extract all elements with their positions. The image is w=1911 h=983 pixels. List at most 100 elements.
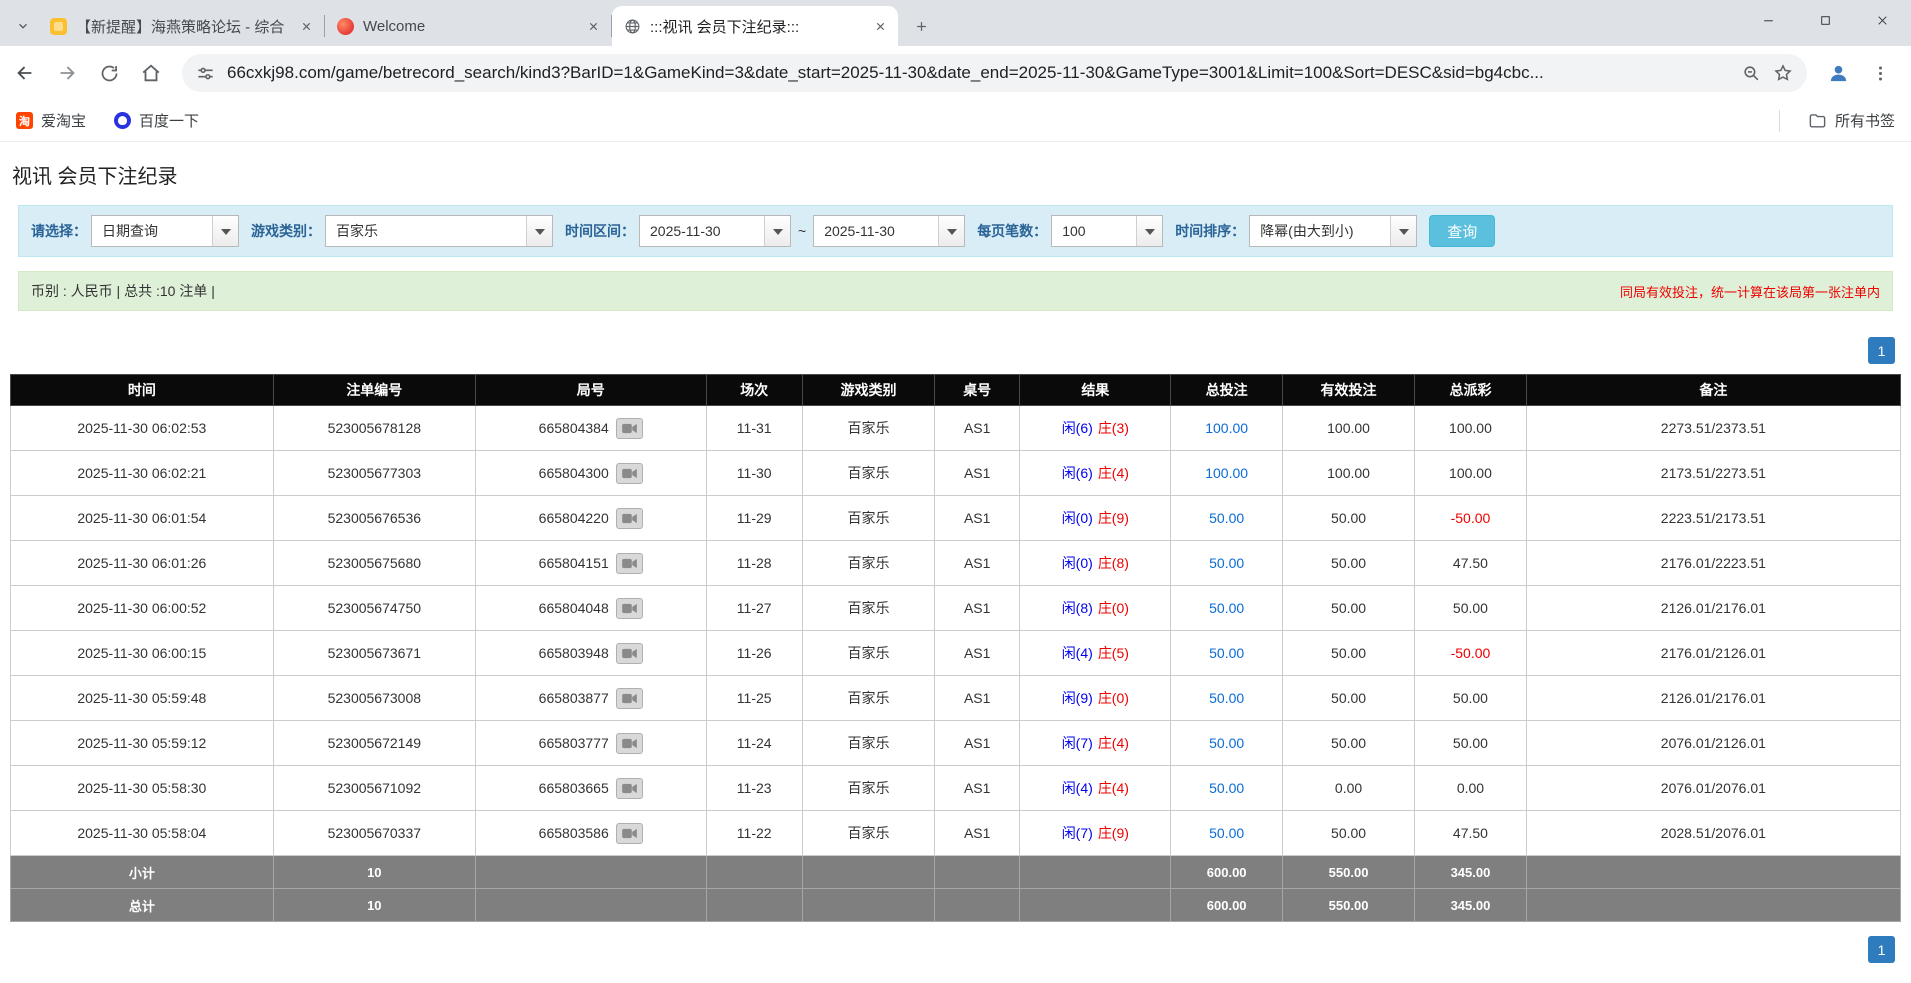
pagination-page-1[interactable]: 1 — [1868, 936, 1895, 963]
video-replay-icon[interactable] — [616, 823, 643, 844]
zoom-icon[interactable] — [1742, 64, 1761, 83]
browser-tab-betrecord[interactable]: :::视讯 会员下注纪录::: — [612, 6, 898, 46]
cell-valid-bet: 50.00 — [1282, 676, 1414, 721]
table-row: 2025-11-30 06:00:52 523005674750 6658040… — [11, 586, 1901, 631]
video-replay-icon[interactable] — [616, 553, 643, 574]
total-bet-link[interactable]: 50.00 — [1209, 780, 1244, 796]
url-text[interactable]: 66cxkj98.com/game/betrecord_search/kind3… — [227, 63, 1730, 83]
cell-empty — [1526, 889, 1900, 922]
time-sort-select[interactable]: 降幂(由大到小) — [1249, 215, 1417, 247]
cell-session: 11-27 — [706, 586, 802, 631]
cell-valid-bet: 100.00 — [1282, 406, 1414, 451]
summary-bar: 币别 : 人民币 | 总共 :10 注单 | 同局有效投注，统一计算在该局第一张… — [18, 271, 1893, 311]
browser-tab-welcome[interactable]: Welcome — [325, 6, 611, 46]
total-bet-link[interactable]: 50.00 — [1209, 645, 1244, 661]
reload-icon[interactable] — [90, 54, 128, 92]
cell-table-no: AS1 — [935, 541, 1020, 586]
new-tab-icon[interactable] — [906, 11, 936, 41]
cell-note: 2076.01/2076.01 — [1526, 766, 1900, 811]
cell-empty — [475, 856, 706, 889]
address-bar[interactable]: 66cxkj98.com/game/betrecord_search/kind3… — [182, 54, 1807, 92]
cell-note: 2076.01/2126.01 — [1526, 721, 1900, 766]
per-page-select[interactable]: 100 — [1051, 215, 1163, 247]
pagination-page-1[interactable]: 1 — [1868, 337, 1895, 364]
result-banker: 庄(4) — [1098, 465, 1129, 481]
chevron-down-icon[interactable] — [938, 216, 964, 246]
tab-list-chevron-down-icon[interactable] — [8, 6, 38, 46]
total-bet-link[interactable]: 100.00 — [1205, 465, 1248, 481]
total-bet-link[interactable]: 50.00 — [1209, 735, 1244, 751]
tab-close-icon[interactable] — [583, 16, 603, 36]
total-bet-link[interactable]: 50.00 — [1209, 600, 1244, 616]
browser-tab-strip: 【新提醒】海燕策略论坛 - 综合 Welcome :::视讯 会员下注纪录::: — [0, 0, 1911, 46]
cell-valid-bet: 50.00 — [1282, 631, 1414, 676]
cell-note: 2126.01/2176.01 — [1526, 586, 1900, 631]
chevron-down-icon[interactable] — [526, 216, 552, 246]
back-icon[interactable] — [6, 54, 44, 92]
table-row: 2025-11-30 06:01:54 523005676536 6658042… — [11, 496, 1901, 541]
round-number: 665804300 — [539, 465, 609, 481]
minimize-icon[interactable] — [1740, 0, 1797, 40]
chevron-down-icon[interactable] — [1136, 216, 1162, 246]
total-bet-link[interactable]: 50.00 — [1209, 510, 1244, 526]
browser-tab-forum[interactable]: 【新提醒】海燕策略论坛 - 综合 — [38, 6, 324, 46]
forward-icon[interactable] — [48, 54, 86, 92]
date-end-select[interactable]: 2025-11-30 — [813, 215, 965, 247]
video-replay-icon[interactable] — [616, 418, 643, 439]
date-start-select[interactable]: 2025-11-30 — [639, 215, 791, 247]
cell-note: 2176.01/2223.51 — [1526, 541, 1900, 586]
game-type-label: 游戏类别： — [251, 221, 321, 241]
menu-dots-icon[interactable] — [1861, 54, 1899, 92]
date-range-label: 时间区间： — [565, 221, 635, 241]
bookmark-star-icon[interactable] — [1773, 63, 1793, 83]
cell-empty — [1020, 889, 1171, 922]
video-replay-icon[interactable] — [616, 688, 643, 709]
search-button[interactable]: 查询 — [1429, 215, 1495, 247]
total-bet-link[interactable]: 50.00 — [1209, 555, 1244, 571]
cell-note: 2028.51/2076.01 — [1526, 811, 1900, 856]
tab-close-icon[interactable] — [296, 16, 316, 36]
cell-session: 11-22 — [706, 811, 802, 856]
total-bet-link[interactable]: 100.00 — [1205, 420, 1248, 436]
total-bet-link[interactable]: 50.00 — [1209, 825, 1244, 841]
subtotal-row: 小计 10 600.00 550.00 345.00 — [11, 856, 1901, 889]
site-settings-icon[interactable] — [196, 64, 215, 83]
bookmark-aitaobao[interactable]: 淘 爱淘宝 — [16, 110, 86, 131]
game-type-value: 百家乐 — [326, 216, 526, 246]
chevron-down-icon[interactable] — [764, 216, 790, 246]
result-banker: 庄(9) — [1098, 510, 1129, 526]
game-type-select[interactable]: 百家乐 — [325, 215, 553, 247]
video-replay-icon[interactable] — [616, 733, 643, 754]
video-replay-icon[interactable] — [616, 463, 643, 484]
cell-round: 665804384 — [475, 406, 706, 451]
total-bet-link[interactable]: 50.00 — [1209, 690, 1244, 706]
table-row: 2025-11-30 05:58:30 523005671092 6658036… — [11, 766, 1901, 811]
cell-payout: 50.00 — [1415, 676, 1527, 721]
chevron-down-icon[interactable] — [212, 216, 238, 246]
maximize-icon[interactable] — [1797, 0, 1854, 40]
cell-session: 11-25 — [706, 676, 802, 721]
cell-empty — [935, 889, 1020, 922]
video-replay-icon[interactable] — [616, 778, 643, 799]
home-icon[interactable] — [132, 54, 170, 92]
video-replay-icon[interactable] — [616, 643, 643, 664]
chevron-down-icon[interactable] — [1390, 216, 1416, 246]
result-player: 闲(7) — [1062, 735, 1093, 751]
cell-total-bet: 100.00 — [1171, 451, 1283, 496]
cell-bet-id: 523005676536 — [273, 496, 475, 541]
column-header: 总投注 — [1171, 375, 1283, 406]
close-icon[interactable] — [1854, 0, 1911, 40]
query-mode-select[interactable]: 日期查询 — [91, 215, 239, 247]
cell-game-type: 百家乐 — [802, 451, 934, 496]
video-replay-icon[interactable] — [616, 508, 643, 529]
cell-round: 665803586 — [475, 811, 706, 856]
pagination-bottom: 1 — [16, 936, 1895, 963]
tab-close-icon[interactable] — [870, 16, 890, 36]
bookmark-baidu[interactable]: 百度一下 — [114, 110, 199, 131]
video-replay-icon[interactable] — [616, 598, 643, 619]
all-bookmarks-button[interactable]: 所有书签 — [1808, 110, 1895, 131]
cell-empty — [706, 889, 802, 922]
profile-avatar[interactable] — [1819, 54, 1857, 92]
time-sort-value: 降幂(由大到小) — [1250, 216, 1390, 246]
result-player: 闲(0) — [1062, 510, 1093, 526]
